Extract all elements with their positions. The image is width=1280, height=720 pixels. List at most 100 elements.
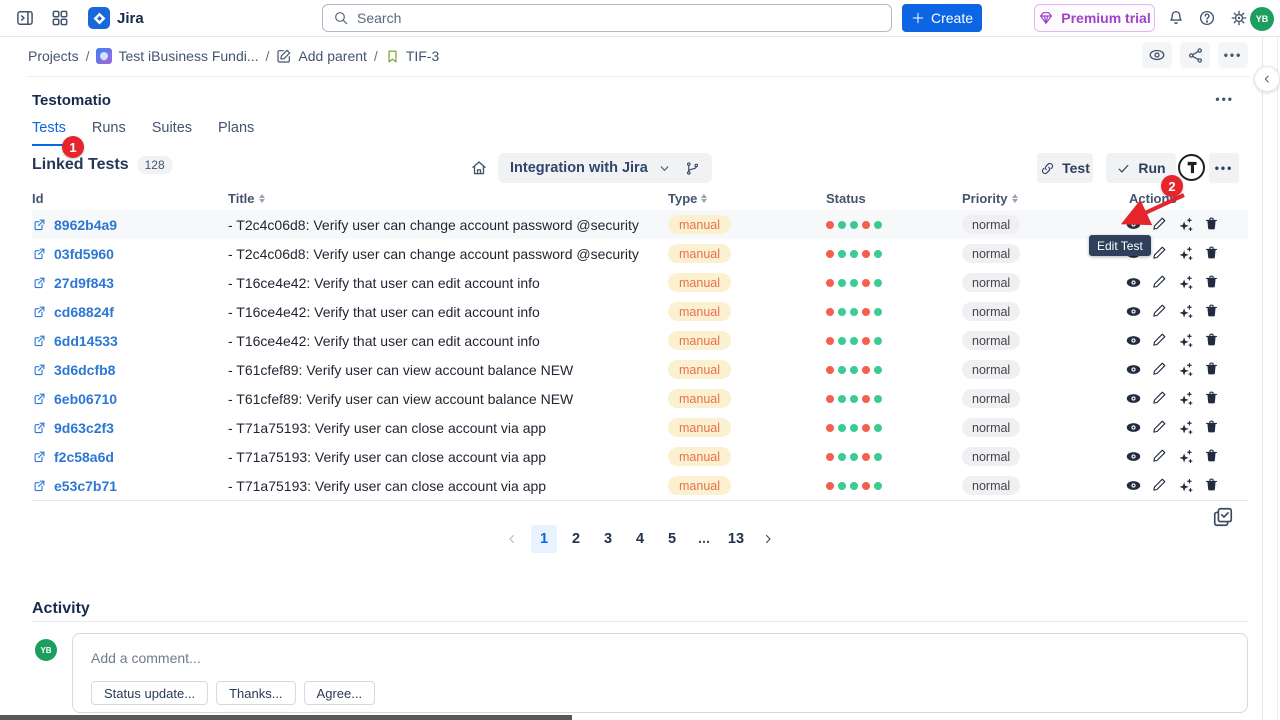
test-id-link[interactable]: 6eb06710 xyxy=(32,391,228,407)
tab-plans[interactable]: Plans xyxy=(218,120,254,146)
column-header-title[interactable]: Title xyxy=(228,191,668,206)
watch-eye-button[interactable] xyxy=(1142,42,1172,68)
ai-sparkles-icon[interactable] xyxy=(1177,303,1194,320)
test-id-link[interactable]: f2c58a6d xyxy=(32,449,228,465)
testomatio-logo[interactable] xyxy=(1178,154,1205,181)
quick-reply-button[interactable]: Agree... xyxy=(304,681,376,705)
ai-sparkles-icon[interactable] xyxy=(1177,274,1194,291)
add-parent-button[interactable]: Add parent xyxy=(276,48,367,64)
test-id-link[interactable]: 9d63c2f3 xyxy=(32,420,228,436)
pagination-page-13[interactable]: 13 xyxy=(723,525,749,553)
ai-sparkles-icon[interactable] xyxy=(1177,332,1194,349)
notifications-bell-icon[interactable] xyxy=(1167,9,1185,27)
edit-pencil-icon[interactable] xyxy=(1152,390,1167,407)
home-icon[interactable] xyxy=(470,159,488,177)
delete-trash-icon[interactable] xyxy=(1204,448,1219,465)
pagination-next-icon[interactable] xyxy=(755,525,781,553)
pagination-page-1[interactable]: 1 xyxy=(531,525,557,553)
project-avatar xyxy=(96,48,112,64)
delete-trash-icon[interactable] xyxy=(1204,390,1219,407)
edit-pencil-icon[interactable] xyxy=(1152,419,1167,436)
test-id-link[interactable]: 6dd14533 xyxy=(32,333,228,349)
test-id-link[interactable]: 8962b4a9 xyxy=(32,217,228,233)
test-id-link[interactable]: 3d6dcfb8 xyxy=(32,362,228,378)
ai-sparkles-icon[interactable] xyxy=(1177,419,1194,436)
help-icon[interactable] xyxy=(1198,9,1216,27)
quick-reply-button[interactable]: Thanks... xyxy=(216,681,295,705)
view-eye-icon[interactable] xyxy=(1125,303,1142,320)
status-dot xyxy=(874,453,882,461)
test-id-link[interactable]: e53c7b71 xyxy=(32,478,228,494)
edit-pencil-icon[interactable] xyxy=(1152,448,1167,465)
delete-trash-icon[interactable] xyxy=(1204,361,1219,378)
tab-suites[interactable]: Suites xyxy=(152,120,192,146)
test-link-button[interactable]: Test xyxy=(1037,153,1093,183)
create-button[interactable]: Create xyxy=(902,4,982,32)
delete-trash-icon[interactable] xyxy=(1204,274,1219,291)
branch-selector-dropdown[interactable]: Integration with Jira xyxy=(498,153,712,183)
pagination-page-4[interactable]: 4 xyxy=(627,525,653,553)
column-header-priority[interactable]: Priority xyxy=(962,191,1097,206)
sort-icon xyxy=(701,194,707,203)
scrollbar-track[interactable] xyxy=(1277,37,1278,720)
view-eye-icon[interactable] xyxy=(1125,361,1142,378)
delete-trash-icon[interactable] xyxy=(1204,332,1219,349)
more-actions-button[interactable]: ••• xyxy=(1218,42,1248,68)
delete-trash-icon[interactable] xyxy=(1204,303,1219,320)
edit-pencil-icon[interactable] xyxy=(1152,274,1167,291)
premium-trial-button[interactable]: Premium trial xyxy=(1034,4,1155,32)
share-button[interactable] xyxy=(1180,42,1210,68)
edit-pencil-icon[interactable] xyxy=(1152,477,1167,494)
test-status-cell xyxy=(826,308,962,316)
app-switcher-icon[interactable] xyxy=(50,8,70,28)
jira-logo[interactable] xyxy=(88,7,110,29)
breadcrumb-project[interactable]: Test iBusiness Fundi... xyxy=(96,48,258,64)
priority-badge: normal xyxy=(962,244,1020,263)
view-eye-icon[interactable] xyxy=(1125,332,1142,349)
view-eye-icon[interactable] xyxy=(1125,477,1142,494)
ai-sparkles-icon[interactable] xyxy=(1177,477,1194,494)
edit-pencil-icon[interactable] xyxy=(1152,361,1167,378)
test-title: - T16ce4e42: Verify that user can edit a… xyxy=(228,333,668,349)
breadcrumb-projects[interactable]: Projects xyxy=(28,48,79,64)
test-id-link[interactable]: 03fd5960 xyxy=(32,246,228,262)
edit-pencil-icon[interactable] xyxy=(1152,332,1167,349)
column-header-id[interactable]: Id xyxy=(32,191,228,206)
column-header-type[interactable]: Type xyxy=(668,191,826,206)
ai-sparkles-icon[interactable] xyxy=(1177,448,1194,465)
test-id-link[interactable]: 27d9f843 xyxy=(32,275,228,291)
collapse-panel-button[interactable] xyxy=(1254,66,1280,92)
pagination-page-2[interactable]: 2 xyxy=(563,525,589,553)
edit-pencil-icon[interactable] xyxy=(1152,245,1167,262)
quick-reply-button[interactable]: Status update... xyxy=(91,681,208,705)
pagination-page-3[interactable]: 3 xyxy=(595,525,621,553)
delete-trash-icon[interactable] xyxy=(1204,477,1219,494)
delete-trash-icon[interactable] xyxy=(1204,419,1219,436)
tab-runs[interactable]: Runs xyxy=(92,120,126,146)
table-more-button[interactable]: ••• xyxy=(1209,153,1239,183)
tab-tests[interactable]: Tests xyxy=(32,120,66,146)
test-id-link[interactable]: cd68824f xyxy=(32,304,228,320)
view-eye-icon[interactable] xyxy=(1125,419,1142,436)
search-input[interactable]: Search xyxy=(322,4,892,32)
comment-box[interactable]: Add a comment... Status update...Thanks.… xyxy=(72,633,1248,713)
view-eye-icon[interactable] xyxy=(1125,274,1142,291)
comment-avatar: YB xyxy=(35,639,57,661)
ai-sparkles-icon[interactable] xyxy=(1177,245,1194,262)
settings-gear-icon[interactable] xyxy=(1230,9,1248,27)
ai-sparkles-icon[interactable] xyxy=(1177,361,1194,378)
branch-icon[interactable] xyxy=(685,161,700,176)
edit-pencil-icon[interactable] xyxy=(1152,303,1167,320)
sidebar-toggle-icon[interactable] xyxy=(15,8,35,28)
delete-trash-icon[interactable] xyxy=(1204,216,1219,233)
breadcrumb-issue[interactable]: TIF-3 xyxy=(385,48,439,64)
delete-trash-icon[interactable] xyxy=(1204,245,1219,262)
panel-more-button[interactable]: ••• xyxy=(1215,92,1234,106)
view-eye-icon[interactable] xyxy=(1125,448,1142,465)
ai-sparkles-icon[interactable] xyxy=(1177,390,1194,407)
status-dot xyxy=(862,308,870,316)
user-avatar[interactable]: YB xyxy=(1250,7,1274,31)
pagination-page-5[interactable]: 5 xyxy=(659,525,685,553)
view-eye-icon[interactable] xyxy=(1125,390,1142,407)
pagination-prev-icon[interactable] xyxy=(499,525,525,553)
